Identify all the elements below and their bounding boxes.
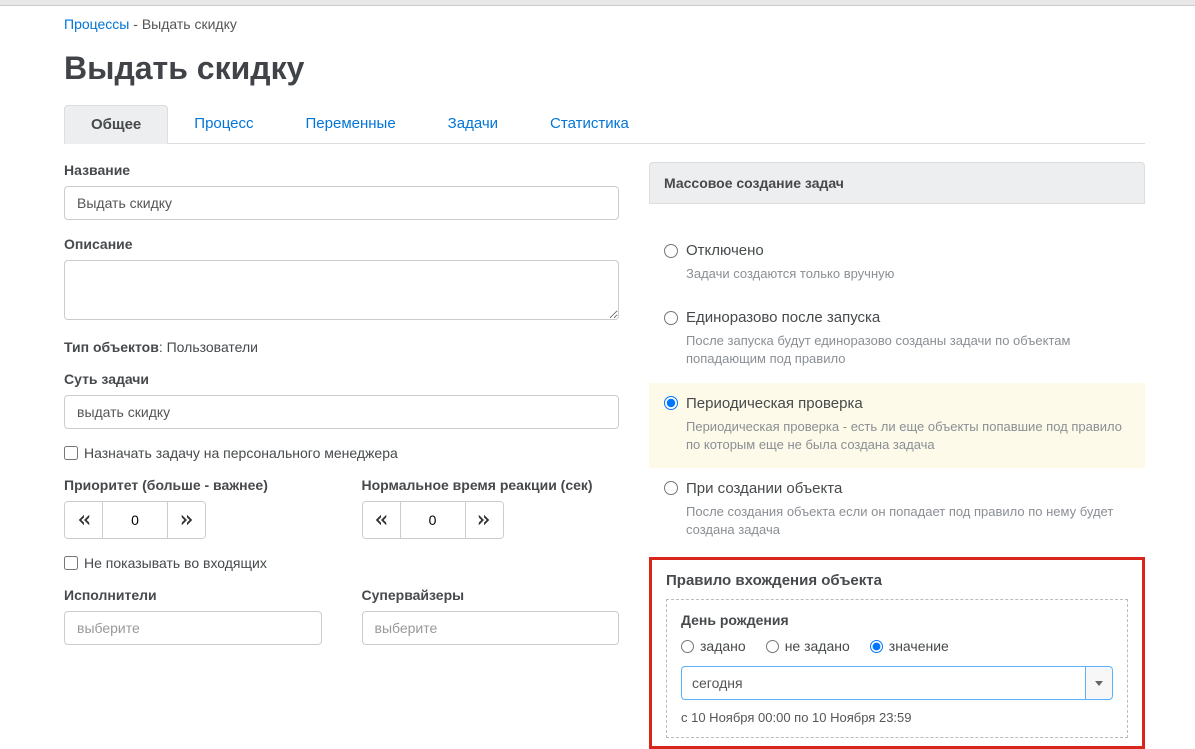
executors-select[interactable]: выберите — [64, 611, 322, 645]
caret-down-icon — [1094, 678, 1104, 688]
rule-radio-notset[interactable] — [766, 640, 779, 653]
rule-radio-value-wrap[interactable]: значение — [870, 638, 949, 654]
name-label: Название — [64, 162, 619, 178]
breadcrumb-link[interactable]: Процессы — [64, 16, 129, 32]
double-chevron-right-icon — [180, 513, 194, 527]
reaction-input[interactable] — [401, 502, 465, 538]
essence-label: Суть задачи — [64, 371, 619, 387]
right-column: Массовое создание задач Отключено Задачи… — [649, 162, 1145, 749]
desc-textarea[interactable] — [64, 260, 619, 320]
rule-radio-notset-label: не задано — [785, 638, 850, 654]
rule-box: День рождения задано не задано значен — [666, 599, 1128, 738]
object-type-row: Тип объектов: Пользователи — [64, 339, 619, 355]
tab-variables[interactable]: Переменные — [280, 105, 422, 143]
tab-general[interactable]: Общее — [64, 105, 168, 144]
executors-label: Исполнители — [64, 587, 322, 603]
assign-personal-checkbox[interactable] — [64, 446, 78, 460]
double-chevron-right-icon — [477, 513, 491, 527]
mass-radio-periodic[interactable] — [664, 396, 678, 410]
reaction-increase-button[interactable] — [465, 502, 503, 538]
mass-option-disabled: Отключено Задачи создаются только вручну… — [649, 230, 1145, 297]
mass-option-periodic: Периодическая проверка Периодическая про… — [649, 383, 1145, 468]
rule-date-range: с 10 Ноября 00:00 по 10 Ноября 23:59 — [681, 710, 1113, 725]
supervisors-select[interactable]: выберите — [362, 611, 620, 645]
mass-label-disabled: Отключено — [686, 242, 764, 259]
assign-personal-label: Назначать задачу на персонального менедж… — [84, 445, 398, 461]
rule-field-title: День рождения — [681, 612, 1113, 628]
mass-option-once: Единоразово после запуска После запуска … — [649, 297, 1145, 382]
rule-radio-set-label: задано — [700, 638, 746, 654]
mass-radio-disabled[interactable] — [664, 244, 678, 258]
mass-label-once: Единоразово после запуска — [686, 309, 880, 326]
essence-input[interactable] — [64, 395, 619, 429]
mass-desc-oncreate: После создания объекта если он попадает … — [686, 503, 1130, 539]
tab-statistics[interactable]: Статистика — [524, 105, 655, 143]
mass-label-periodic: Периодическая проверка — [686, 395, 863, 412]
priority-increase-button[interactable] — [167, 502, 205, 538]
double-chevron-left-icon — [374, 513, 388, 527]
hide-inbox-checkbox[interactable] — [64, 556, 78, 570]
mass-desc-disabled: Задачи создаются только вручную — [686, 265, 1130, 283]
reaction-stepper — [362, 501, 504, 539]
left-column: Название Описание Тип объектов: Пользова… — [64, 162, 619, 661]
hide-inbox-label: Не показывать во входящих — [84, 555, 267, 571]
double-chevron-left-icon — [77, 513, 91, 527]
breadcrumb: Процессы - Выдать скидку — [64, 16, 1145, 32]
mass-panel-title: Массовое создание задач — [649, 162, 1145, 204]
mass-desc-once: После запуска будут единоразово созданы … — [686, 332, 1130, 368]
rule-radio-set[interactable] — [681, 640, 694, 653]
priority-stepper — [64, 501, 206, 539]
rule-radio-notset-wrap[interactable]: не задано — [766, 638, 850, 654]
rule-panel-title: Правило вхождения объекта — [666, 572, 1128, 589]
mass-option-oncreate: При создании объекта После создания объе… — [649, 468, 1145, 553]
rule-select: сегодня — [681, 666, 1113, 700]
rule-select-value[interactable]: сегодня — [681, 666, 1085, 700]
reaction-label: Нормальное время реакции (сек) — [362, 477, 620, 493]
name-input[interactable] — [64, 186, 619, 220]
tabs: Общее Процесс Переменные Задачи Статисти… — [64, 105, 1145, 144]
reaction-decrease-button[interactable] — [363, 502, 401, 538]
priority-input[interactable] — [103, 502, 167, 538]
rule-radio-group: задано не задано значение — [681, 638, 1113, 654]
mass-radio-once[interactable] — [664, 311, 678, 325]
priority-label: Приоритет (больше - важнее) — [64, 477, 322, 493]
object-type-value: Пользователи — [167, 339, 258, 355]
rule-select-toggle[interactable] — [1085, 666, 1113, 700]
mass-desc-periodic: Периодическая проверка - есть ли еще объ… — [686, 418, 1130, 454]
mass-label-oncreate: При создании объекта — [686, 480, 842, 497]
rule-radio-set-wrap[interactable]: задано — [681, 638, 746, 654]
object-type-label: Тип объектов — [64, 339, 159, 355]
breadcrumb-current: Выдать скидку — [142, 16, 237, 32]
page-title: Выдать скидку — [64, 50, 1145, 87]
rule-radio-value[interactable] — [870, 640, 883, 653]
priority-decrease-button[interactable] — [65, 502, 103, 538]
supervisors-label: Супервайзеры — [362, 587, 620, 603]
tab-process[interactable]: Процесс — [168, 105, 279, 143]
breadcrumb-sep: - — [133, 16, 142, 32]
rule-panel: Правило вхождения объекта День рождения … — [649, 557, 1145, 749]
desc-label: Описание — [64, 236, 619, 252]
rule-radio-value-label: значение — [889, 638, 949, 654]
tab-tasks[interactable]: Задачи — [422, 105, 524, 143]
mass-radio-oncreate[interactable] — [664, 481, 678, 495]
